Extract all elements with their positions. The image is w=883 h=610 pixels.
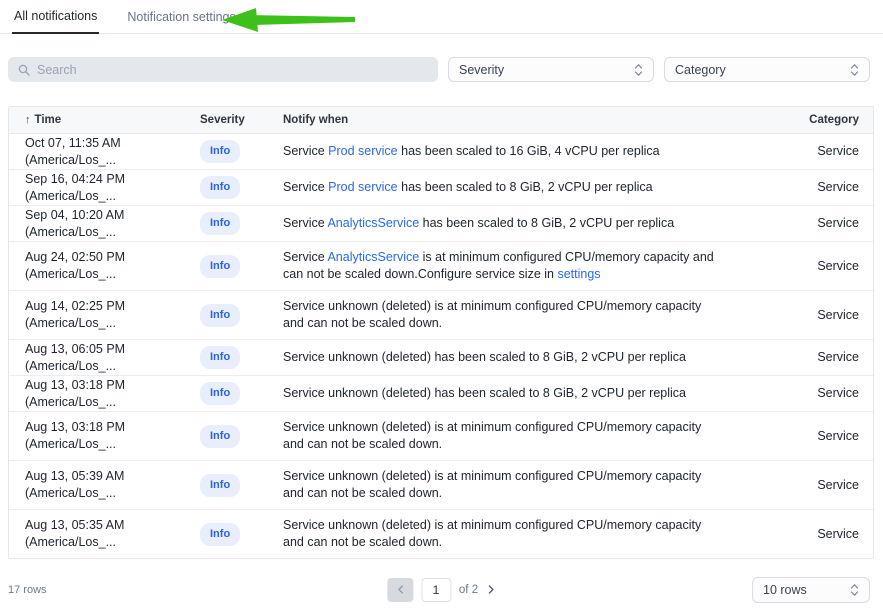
- category-select[interactable]: Category: [664, 57, 870, 82]
- chevron-right-icon: [488, 585, 494, 594]
- severity-badge: Info: [200, 382, 240, 405]
- column-header-notify-when[interactable]: Notify when: [283, 114, 761, 126]
- row-message: Service unknown (deleted) is at minimum …: [283, 291, 731, 339]
- page-of-label: of 2: [459, 584, 478, 596]
- table-row[interactable]: Aug 13, 05:35 AM (America/Los_... Info S…: [9, 510, 873, 558]
- row-message: Service unknown (deleted) is at minimum …: [283, 510, 731, 558]
- severity-badge: Info: [200, 176, 240, 199]
- tab-all-notifications[interactable]: All notifications: [12, 0, 99, 34]
- row-category: Service: [761, 143, 873, 160]
- message-link[interactable]: AnalyticsService: [327, 250, 419, 264]
- row-category: Service: [761, 428, 873, 445]
- green-arrow-left-icon: [222, 7, 355, 33]
- message-link[interactable]: Prod service: [328, 180, 397, 194]
- severity-badge: Info: [200, 523, 240, 546]
- table-row[interactable]: Aug 14, 02:25 PM (America/Los_... Info S…: [9, 291, 873, 340]
- chevron-up-down-icon: [634, 63, 643, 77]
- row-time: Aug 13, 05:39 AM (America/Los_...: [9, 468, 200, 502]
- table-footer: 17 rows of 2 10 rows: [0, 576, 883, 603]
- pagination: of 2: [387, 578, 496, 602]
- severity-badge: Info: [200, 140, 240, 163]
- table-row[interactable]: Aug 24, 02:50 PM (America/Los_... Info S…: [9, 242, 873, 291]
- row-time: Aug 13, 03:18 PM (America/Los_...: [9, 377, 200, 411]
- row-time: Oct 07, 11:35 AM (America/Los_...: [9, 135, 200, 169]
- row-message: Service AnalyticsService is at minimum c…: [283, 242, 731, 290]
- tab-bar: All notifications Notification settings: [0, 0, 883, 34]
- table-row[interactable]: Aug 13, 03:18 PM (America/Los_... Info S…: [9, 376, 873, 412]
- rows-count: 17 rows: [8, 584, 47, 596]
- severity-badge: Info: [200, 474, 240, 497]
- filter-bar: Search Severity Category: [0, 57, 883, 82]
- row-category: Service: [761, 179, 873, 196]
- row-time: Aug 13, 05:35 AM (America/Los_...: [9, 517, 200, 551]
- chevron-left-icon: [397, 585, 403, 594]
- prev-page-button[interactable]: [387, 578, 413, 602]
- next-page-button[interactable]: [486, 582, 496, 597]
- severity-badge: Info: [200, 212, 240, 235]
- table-row[interactable]: Aug 13, 06:05 PM (America/Los_... Info S…: [9, 340, 873, 376]
- tab-notification-settings[interactable]: Notification settings: [125, 0, 237, 33]
- chevron-up-down-icon: [850, 63, 859, 77]
- column-header-category[interactable]: Category: [761, 114, 873, 126]
- row-category: Service: [761, 349, 873, 366]
- severity-badge: Info: [200, 304, 240, 327]
- row-category: Service: [761, 215, 873, 232]
- row-category: Service: [761, 477, 873, 494]
- notifications-table: ↑ Time Severity Notify when Category Oct…: [8, 106, 874, 559]
- severity-badge: Info: [200, 255, 240, 278]
- message-link[interactable]: settings: [557, 267, 600, 281]
- row-time: Aug 14, 02:25 PM (America/Los_...: [9, 298, 200, 332]
- table-row[interactable]: Aug 13, 03:18 PM (America/Los_... Info S…: [9, 412, 873, 461]
- row-message: Service unknown (deleted) is at minimum …: [283, 461, 731, 509]
- row-message: Service unknown (deleted) is at minimum …: [283, 412, 731, 460]
- row-time: Sep 16, 04:24 PM (America/Los_...: [9, 171, 200, 205]
- row-message: Service Prod service has been scaled to …: [283, 136, 731, 167]
- row-category: Service: [761, 307, 873, 324]
- table-row[interactable]: Sep 04, 10:20 AM (America/Los_... Info S…: [9, 206, 873, 242]
- row-time: Aug 13, 06:05 PM (America/Los_...: [9, 341, 200, 375]
- severity-select[interactable]: Severity: [448, 57, 654, 82]
- search-input[interactable]: Search: [8, 57, 438, 82]
- row-time: Aug 24, 02:50 PM (America/Los_...: [9, 249, 200, 283]
- message-link[interactable]: Prod service: [328, 144, 397, 158]
- row-category: Service: [761, 385, 873, 402]
- table-row[interactable]: Oct 07, 11:35 AM (America/Los_... Info S…: [9, 134, 873, 170]
- table-row[interactable]: Aug 13, 05:39 AM (America/Los_... Info S…: [9, 461, 873, 510]
- page-size-select[interactable]: 10 rows: [752, 577, 870, 603]
- table-body: Oct 07, 11:35 AM (America/Los_... Info S…: [9, 134, 873, 558]
- column-header-severity[interactable]: Severity: [200, 114, 283, 126]
- row-message: Service unknown (deleted) has been scale…: [283, 342, 731, 373]
- message-link[interactable]: AnalyticsService: [327, 216, 419, 230]
- row-message: Service Prod service has been scaled to …: [283, 172, 731, 203]
- row-time: Sep 04, 10:20 AM (America/Los_...: [9, 207, 200, 241]
- chevron-up-down-icon: [850, 583, 859, 597]
- row-message: Service AnalyticsService has been scaled…: [283, 208, 731, 239]
- page-input[interactable]: [421, 578, 451, 602]
- table-row[interactable]: Sep 16, 04:24 PM (America/Los_... Info S…: [9, 170, 873, 206]
- table-header: ↑ Time Severity Notify when Category: [9, 107, 873, 134]
- sort-arrow-up-icon: ↑: [25, 114, 31, 126]
- column-header-time[interactable]: ↑ Time: [9, 114, 200, 126]
- severity-badge: Info: [200, 346, 240, 369]
- row-category: Service: [761, 258, 873, 275]
- severity-badge: Info: [200, 425, 240, 448]
- search-icon: [18, 64, 30, 76]
- row-category: Service: [761, 526, 873, 543]
- search-placeholder: Search: [37, 63, 77, 77]
- row-message: Service unknown (deleted) has been scale…: [283, 378, 731, 409]
- row-time: Aug 13, 03:18 PM (America/Los_...: [9, 419, 200, 453]
